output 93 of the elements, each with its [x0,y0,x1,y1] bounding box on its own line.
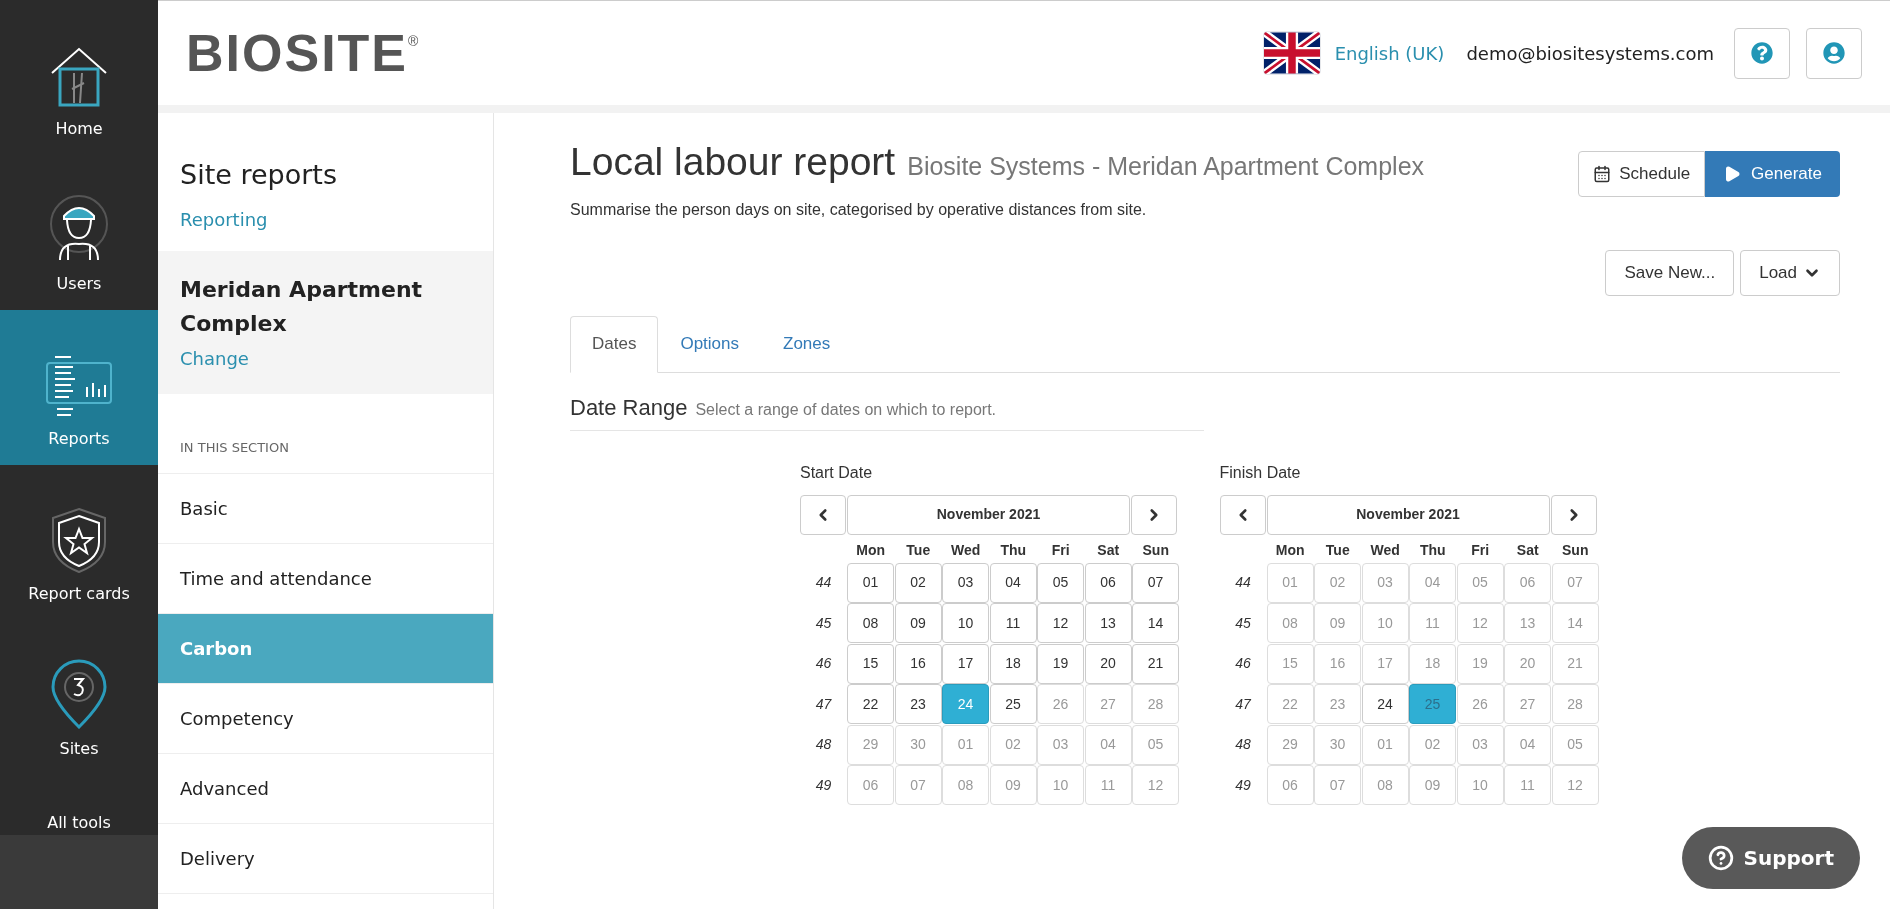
next-month-button[interactable] [1550,494,1597,535]
report-icon [43,353,115,419]
week-number: 47 [814,694,833,714]
calendar-day[interactable]: 03 [942,562,989,603]
calendar-day[interactable]: 25 [989,684,1037,724]
week-number: 47 [1234,694,1252,714]
calendar-day[interactable]: 04 [989,562,1037,603]
calendar-day[interactable]: 20 [1084,643,1132,684]
report-description: Summarise the person days on site, categorised by operative distances from site. [570,199,1148,220]
change-site-link[interactable]: Change [180,344,471,372]
weekday-label: Mon [1274,540,1306,560]
language-link[interactable]: English (UK) [1334,39,1445,67]
support-button[interactable]: Support [1681,827,1860,889]
help-button[interactable] [1734,27,1790,79]
calendar-day[interactable]: 11 [989,603,1037,643]
calendar-day[interactable]: 19 [1037,643,1084,684]
calendar-day[interactable]: 21 [1132,643,1179,684]
calendar-day[interactable]: 24 [1361,684,1409,724]
weekday-label: Mon [855,540,887,560]
calendar-day[interactable]: 05 [1037,562,1084,603]
calendar-day[interactable]: 02 [894,562,942,603]
next-month-button[interactable] [1131,494,1177,535]
tab[interactable]: Options [658,315,761,373]
calendar-day[interactable]: 18 [989,643,1037,684]
previous-month-button[interactable] [1219,494,1266,535]
calendar-day[interactable]: 15 [847,643,894,684]
calendar-day[interactable]: 08 [847,603,894,643]
calendar-label: Finish Date [1219,462,1302,483]
week-number: 46 [1234,654,1252,673]
calendar-day[interactable]: 17 [942,643,989,684]
weekday-label: Thu [1418,540,1447,560]
section-title: Date Range [570,393,688,422]
calendar-day[interactable]: 22 [847,684,894,724]
calendar-label: Start Date [800,462,874,483]
weekday-label: Sat [1515,540,1540,560]
week-number: 44 [1234,573,1252,592]
weekday-label: Sun [1141,540,1170,560]
weekday-label: Sat [1096,540,1121,560]
site-name: Meridan Apartment Complex [180,275,424,338]
weekday-label: Sun [1561,540,1590,560]
user-icon [1823,42,1845,64]
weekday-label: Tue [905,540,932,560]
weekday-label: Wed [1369,540,1401,560]
weekday-label: Thu [999,540,1028,560]
week-number: 45 [814,613,833,633]
map-pin-icon [49,657,109,729]
schedule-button[interactable]: Schedule [1578,151,1706,197]
week-number: 49 [1234,775,1252,795]
weekday-label: Fri [1050,540,1071,560]
play-icon [1723,165,1742,183]
month-title-button[interactable]: November 2021 [847,494,1130,535]
week-number: 49 [814,775,833,795]
calendar-day[interactable]: 07 [1132,562,1179,603]
report-title: Local labour report [570,139,896,185]
sidebar-item[interactable]: Carbon [158,614,493,684]
sidebar-title: Site reports [180,158,338,192]
week-number: 46 [814,654,833,673]
calendar-day[interactable]: 24 [942,684,989,724]
calendar-day[interactable]: 14 [1132,603,1179,643]
user-email: demo@biositesystems.com [1466,41,1714,66]
calendar-day[interactable]: 01 [847,562,894,603]
calendar-day[interactable]: 12 [1037,603,1084,643]
month-title-button[interactable]: November 2021 [1266,494,1550,535]
calendar-day[interactable]: 13 [1084,603,1132,643]
week-number: 48 [1234,735,1252,754]
calendar-day[interactable]: 06 [1084,562,1132,603]
tab[interactable]: Zones [761,315,853,373]
previous-month-button[interactable] [800,494,846,535]
reporting-link[interactable]: Reporting [180,205,471,233]
generate-button[interactable]: Generate [1705,151,1840,197]
calendar-day[interactable]: 09 [894,603,942,643]
biosite-logo: BIOSITE$^{®}$ [186,27,421,79]
week-number: 44 [814,573,833,592]
tab[interactable]: Dates [570,315,659,373]
account-button[interactable] [1806,27,1862,79]
help-icon [1707,845,1734,871]
calendar-day[interactable]: 16 [894,643,942,684]
weekday-label: Tue [1324,540,1351,560]
load-dropdown-button[interactable]: Load [1740,249,1840,296]
week-number: 45 [1234,613,1252,633]
week-number: 48 [814,735,833,754]
calendar-day[interactable]: 10 [942,603,989,643]
nav-item[interactable]: Reports [0,310,158,465]
weekday-label: Fri [1470,540,1491,560]
calendar-day[interactable]: 23 [894,684,942,724]
report-subtitle: Biosite Systems - Meridan Apartment Complex [907,151,1425,182]
weekday-label: Wed [950,540,982,560]
save-new-button[interactable]: Save New... [1605,249,1735,296]
help-icon [1751,42,1773,64]
shield-star-icon [49,506,109,574]
calendar-icon [1593,165,1612,183]
uk-flag-icon [1262,31,1321,75]
section-hint: Select a range of dates on which to report. [695,399,997,420]
